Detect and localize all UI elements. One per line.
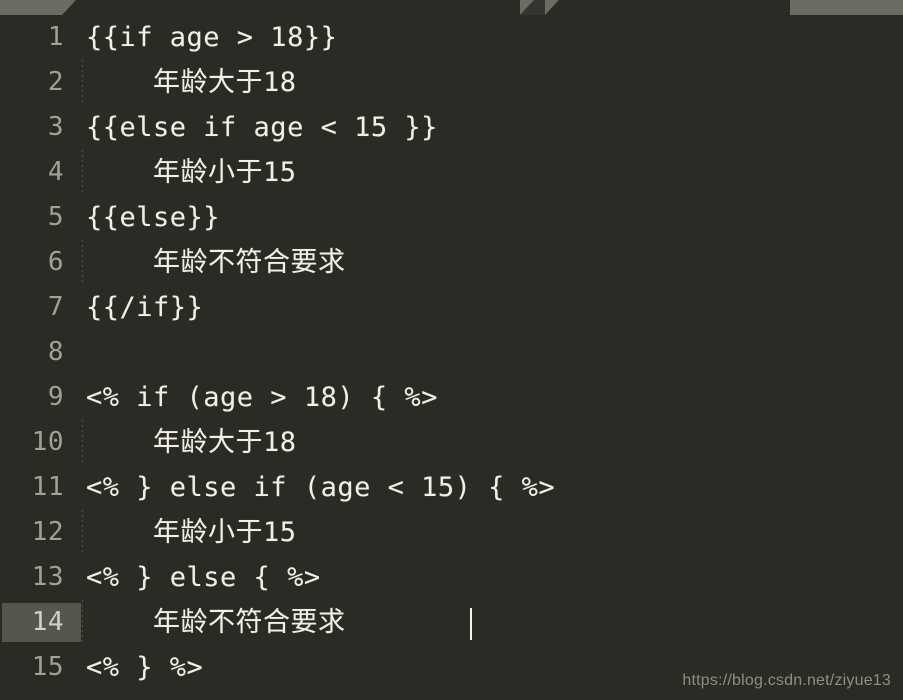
indent-guide xyxy=(82,240,83,285)
line-number-13: 13 xyxy=(31,562,64,592)
code-text-10: 年龄大于18 xyxy=(86,427,297,458)
code-text-3: {{else if age < 15 }} xyxy=(86,112,438,143)
line-number-6: 6 xyxy=(47,247,64,277)
tab-slope-icon xyxy=(62,0,76,15)
tab-slope-icon xyxy=(520,0,534,15)
line-number-3: 3 xyxy=(47,112,64,142)
text-cursor xyxy=(470,608,472,640)
line-number-10: 10 xyxy=(31,427,64,457)
code-text-1: {{if age > 18}} xyxy=(86,22,338,53)
indent-guide xyxy=(82,420,83,465)
indent-guide xyxy=(82,510,83,555)
code-text-2: 年龄大于18 xyxy=(86,67,297,98)
indent-guide xyxy=(82,150,83,195)
code-text-7: {{/if}} xyxy=(86,292,204,323)
line-number-8: 8 xyxy=(47,337,64,367)
code-line-2[interactable]: 2 年龄大于18 xyxy=(0,60,903,105)
code-line-11[interactable]: 11 <% } else if (age < 15) { %> xyxy=(0,465,903,510)
line-number-15: 15 xyxy=(31,652,64,682)
line-number-11: 11 xyxy=(31,472,64,502)
indent-guide xyxy=(82,60,83,105)
code-text-5: {{else}} xyxy=(86,202,221,233)
tab-2[interactable] xyxy=(520,0,545,15)
editor-window: 1 {{if age > 18}} 2 年龄大于18 3 {{else if age <… xyxy=(0,0,903,700)
code-text-9: <% if (age > 18) { %> xyxy=(86,382,438,413)
code-text-6: 年龄不符合要求 xyxy=(86,247,346,278)
line-number-1: 1 xyxy=(47,22,64,52)
code-text-15: <% } %> xyxy=(86,652,204,683)
code-text-13: <% } else { %> xyxy=(86,562,321,593)
code-text-12: 年龄小于15 xyxy=(86,517,297,548)
code-line-1[interactable]: 1 {{if age > 18}} xyxy=(0,15,903,60)
code-line-10[interactable]: 10 年龄大于18 xyxy=(0,420,903,465)
tab-strip[interactable] xyxy=(0,0,903,15)
code-text-14: 年龄不符合要求 xyxy=(86,607,346,638)
code-line-8[interactable]: 8 xyxy=(0,330,903,375)
code-line-12[interactable]: 12 年龄小于15 xyxy=(0,510,903,555)
line-number-9: 9 xyxy=(47,382,64,412)
code-line-3[interactable]: 3 {{else if age < 15 }} xyxy=(0,105,903,150)
code-line-9[interactable]: 9 <% if (age > 18) { %> xyxy=(0,375,903,420)
tab-1[interactable] xyxy=(62,0,520,15)
line-number-12: 12 xyxy=(31,517,64,547)
code-line-13[interactable]: 13 <% } else { %> xyxy=(0,555,903,600)
indent-guide xyxy=(82,600,83,645)
code-line-6[interactable]: 6 年龄不符合要求 xyxy=(0,240,903,285)
line-number-14: 14 xyxy=(31,607,64,637)
code-text-4: 年龄小于15 xyxy=(86,157,297,188)
tab-active-panel[interactable] xyxy=(545,0,790,15)
line-number-2: 2 xyxy=(47,67,64,97)
line-number-4: 4 xyxy=(47,157,64,187)
line-number-7: 7 xyxy=(47,292,64,322)
code-line-4[interactable]: 4 年龄小于15 xyxy=(0,150,903,195)
code-text-11: <% } else if (age < 15) { %> xyxy=(86,472,556,503)
code-line-5[interactable]: 5 {{else}} xyxy=(0,195,903,240)
code-line-7[interactable]: 7 {{/if}} xyxy=(0,285,903,330)
code-editor-area[interactable]: 1 {{if age > 18}} 2 年龄大于18 3 {{else if age <… xyxy=(0,15,903,700)
code-line-14[interactable]: 14 年龄不符合要求 xyxy=(0,600,903,645)
line-number-5: 5 xyxy=(47,202,64,232)
watermark-text: https://blog.csdn.net/ziyue13 xyxy=(682,672,891,689)
